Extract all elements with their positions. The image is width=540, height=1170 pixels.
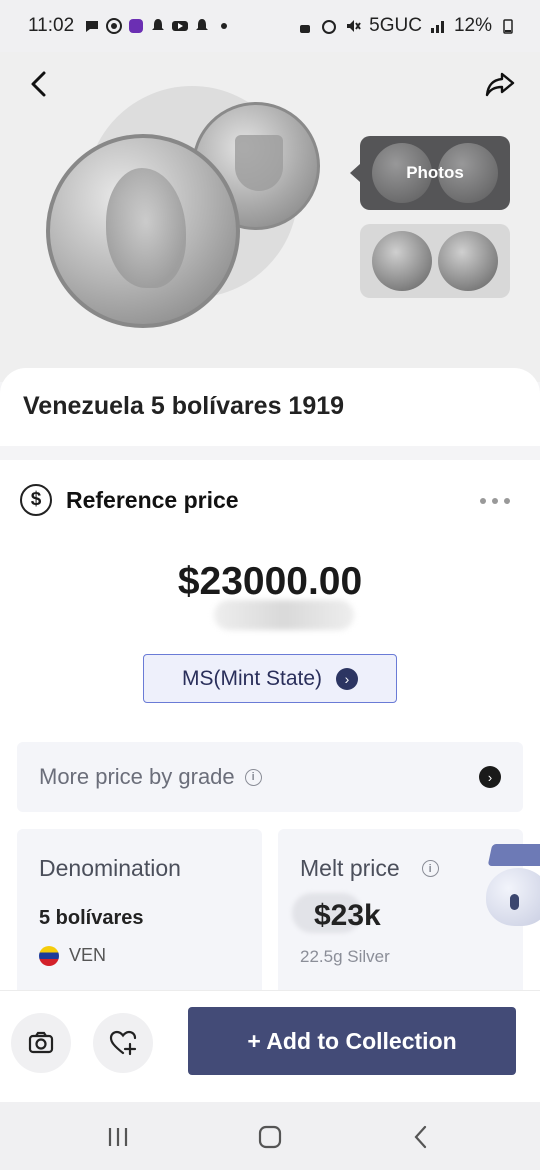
reference-price-section: $ Reference price $23000.00 MS(Mint Stat… <box>0 460 540 1000</box>
dot-icon <box>221 23 228 29</box>
more-price-label: More price by grade <box>39 764 235 789</box>
signal-icon <box>430 21 444 33</box>
title-card: Venezuela 5 bolívares 1919 <box>0 368 540 446</box>
bell-icon <box>196 19 209 30</box>
photos-thumbnail[interactable]: Photos <box>350 136 510 210</box>
reference-thumbnail[interactable] <box>360 224 510 298</box>
battery-text: 12% <box>453 15 492 36</box>
nav-recent-icon[interactable] <box>106 1124 132 1150</box>
thumb-obverse <box>372 231 432 291</box>
melt-detail: 22.5g Silver <box>300 947 390 966</box>
reference-header: $ Reference price <box>20 484 239 516</box>
reference-price-value: $23000.00 <box>177 560 363 603</box>
chevron-right-icon: › <box>336 667 359 690</box>
notification-icons <box>84 18 232 34</box>
mute-icon <box>347 20 362 32</box>
chevron-right-icon: › <box>479 766 501 788</box>
share-icon[interactable] <box>482 66 518 102</box>
country-row: VEN <box>39 945 106 966</box>
more-price-by-grade[interactable]: More price by grade i › <box>17 742 523 812</box>
melt-header: Melt price i <box>300 855 439 882</box>
coin-obverse-image[interactable] <box>46 134 240 328</box>
battery-icon <box>503 19 513 34</box>
info-icon[interactable]: i <box>421 860 439 877</box>
grade-label: MS(Mint State) <box>181 666 323 690</box>
network-type: 5GUC <box>369 15 422 36</box>
melt-label: Melt price <box>300 855 400 881</box>
melt-value: $23k <box>314 899 381 932</box>
camera-button[interactable] <box>11 1013 71 1073</box>
heart-plus-icon <box>109 1030 137 1056</box>
more-dots-icon[interactable] <box>480 498 510 504</box>
add-to-collection-button[interactable]: + Add to Collection <box>188 1007 516 1075</box>
assistant-mascot-icon[interactable] <box>480 840 540 932</box>
status-time: 11:02 <box>28 15 75 36</box>
status-right: 5GUC 12% <box>297 15 516 37</box>
thumb-reverse <box>438 231 498 291</box>
denomination-card: Denomination 5 bolívares VEN <box>17 829 262 999</box>
back-arrow-icon[interactable] <box>22 66 58 102</box>
camera-icon <box>28 1031 54 1054</box>
coin-gallery: Photos <box>0 52 540 382</box>
chat-icon <box>86 21 99 32</box>
app-icon <box>129 19 144 33</box>
reference-title: Reference price <box>66 486 239 513</box>
nav-home-icon[interactable] <box>257 1124 283 1150</box>
nav-back-icon[interactable] <box>408 1124 434 1150</box>
denomination-label: Denomination <box>39 855 181 881</box>
bottom-action-bar: + Add to Collection <box>0 990 540 1102</box>
status-bar: 11:02 5GUC 12% <box>0 0 540 52</box>
bell-icon <box>152 19 165 30</box>
chrome-icon <box>106 18 123 34</box>
price-blur <box>214 600 354 630</box>
photos-label: Photos <box>406 163 464 182</box>
coin-title: Venezuela 5 bolívares 1919 <box>23 392 345 420</box>
grade-selector[interactable]: MS(Mint State) › <box>143 654 397 703</box>
favorite-button[interactable] <box>93 1013 153 1073</box>
youtube-icon <box>172 21 189 31</box>
alarm-icon <box>322 20 337 34</box>
denomination-value: 5 bolívares <box>39 907 144 929</box>
country-code: VEN <box>69 945 107 965</box>
lock-icon <box>300 25 311 33</box>
dollar-icon: $ <box>20 484 52 516</box>
venezuela-flag-icon <box>39 945 59 966</box>
system-nav-bar <box>0 1102 540 1170</box>
info-icon[interactable]: i <box>244 768 262 786</box>
